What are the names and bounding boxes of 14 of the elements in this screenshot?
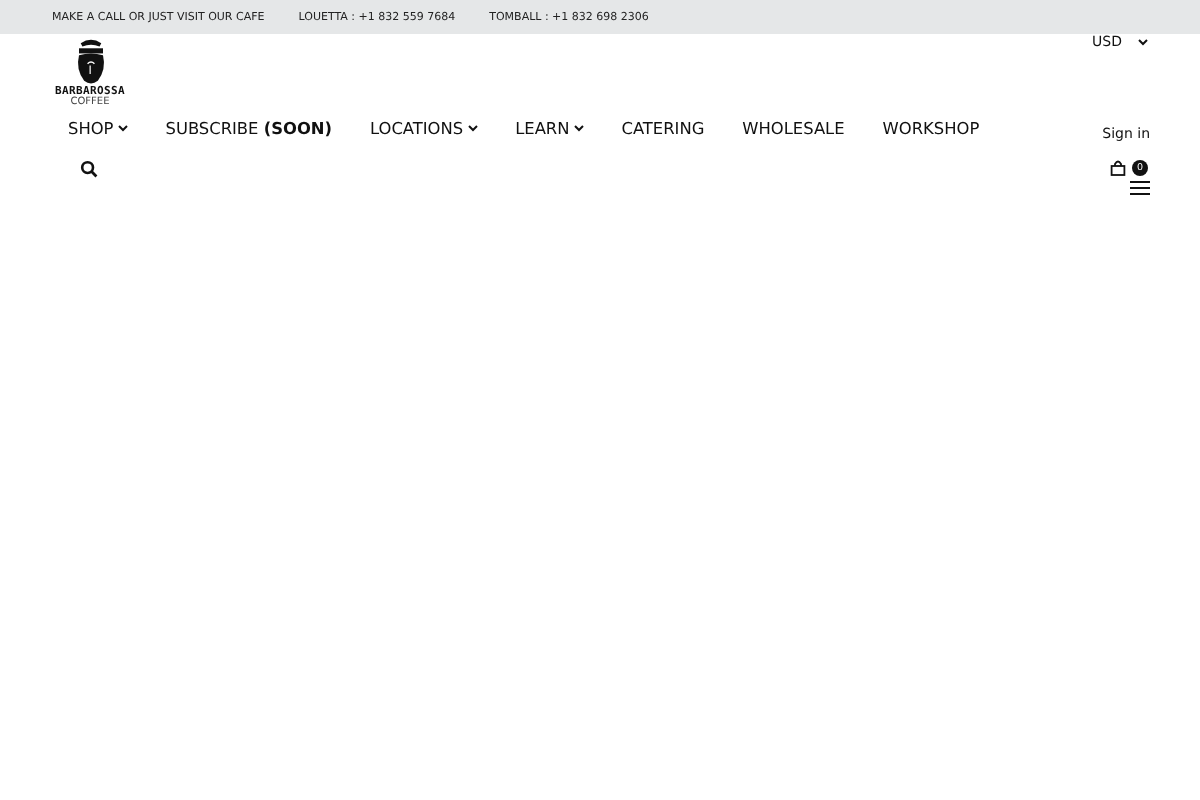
caret-icon	[117, 124, 128, 133]
caret-icon	[1138, 38, 1148, 46]
caret-icon	[573, 124, 584, 133]
search-icon[interactable]	[80, 160, 98, 179]
nav-link[interactable]: SHOP	[48, 110, 146, 147]
shopping-bag-icon	[1110, 160, 1126, 176]
menu-icon[interactable]	[1130, 180, 1150, 196]
nav-link[interactable]: SUBSCRIBE (SOON)	[145, 110, 350, 147]
nav-link[interactable]: LOCATIONS	[350, 110, 496, 147]
nav-link[interactable]: LEARN	[495, 110, 602, 147]
nav-link[interactable]: WHOLESALE	[722, 110, 863, 147]
nav-link[interactable]: WORKSHOP	[862, 110, 998, 147]
caret-icon	[467, 124, 478, 133]
nav-link[interactable]: CATERING	[601, 110, 723, 147]
